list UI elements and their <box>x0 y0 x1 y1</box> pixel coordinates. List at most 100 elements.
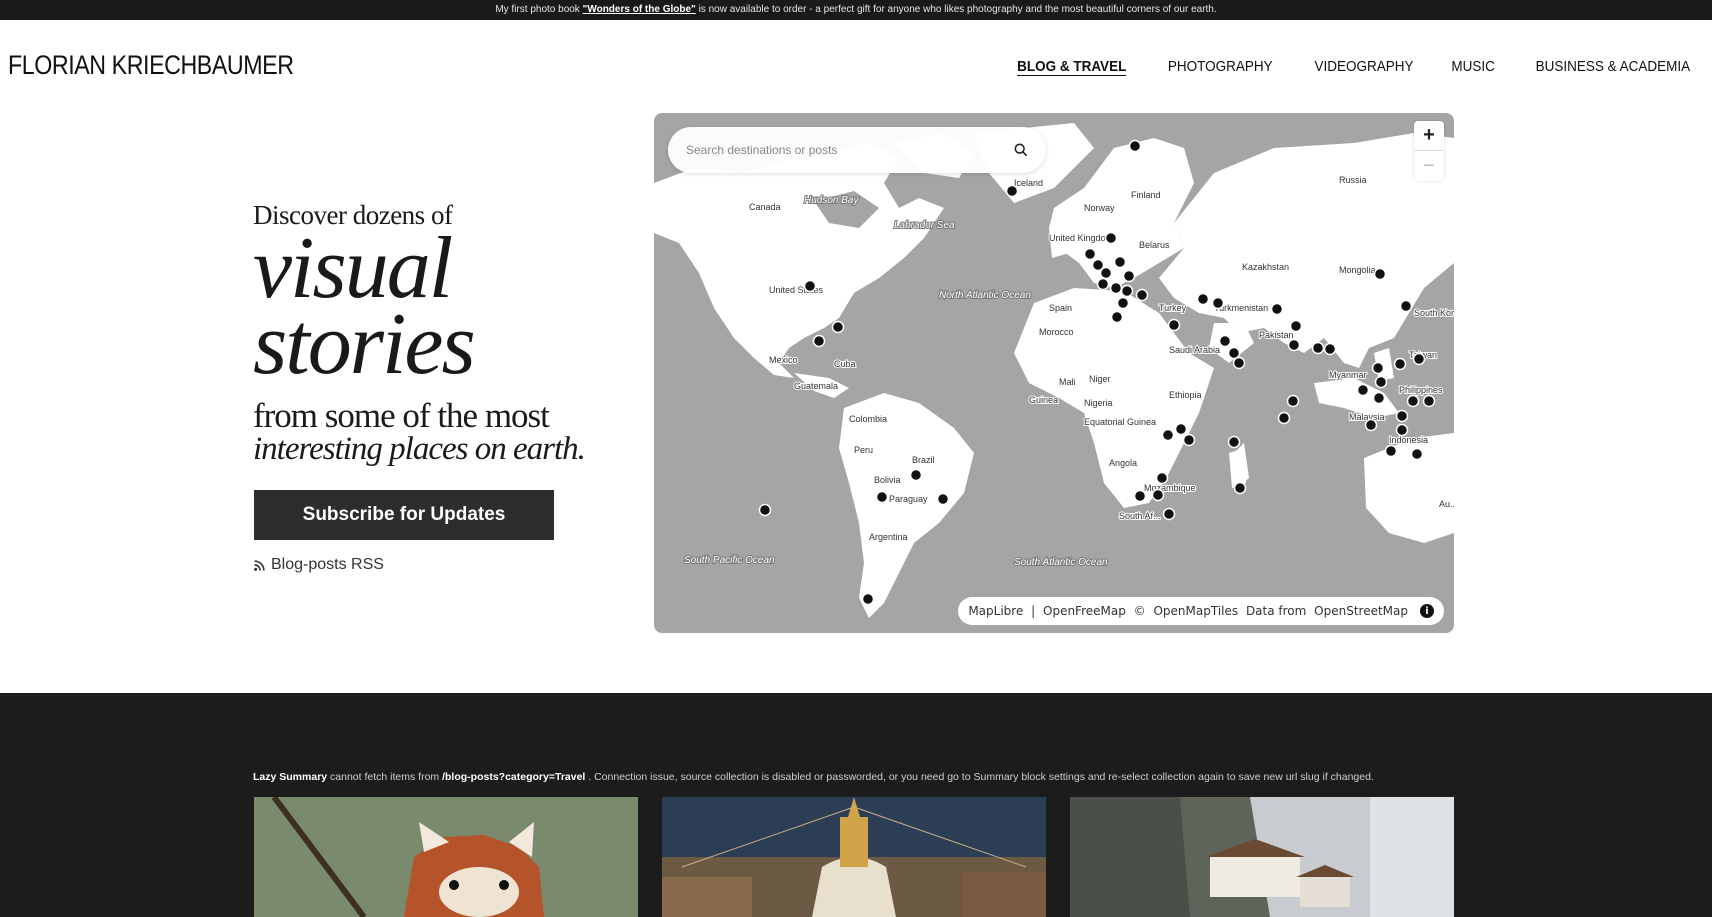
map-label-nigeria: Nigeria <box>1084 398 1113 408</box>
hero-line-stories: stories <box>253 296 476 393</box>
map-label-myanmar: Myanmar <box>1329 370 1367 380</box>
rss-label: Blog-posts RSS <box>271 556 384 573</box>
announcement-suffix: is now available to order - a perfect gi… <box>695 4 1217 15</box>
lazy-summary-name: Lazy Summary <box>253 771 328 783</box>
map-marker <box>1151 488 1165 502</box>
search-icon[interactable] <box>1014 143 1028 157</box>
nav-blog-travel[interactable]: BLOG & TRAVEL <box>1017 58 1126 75</box>
map-marker <box>758 503 772 517</box>
map-marker <box>1410 447 1424 461</box>
zoom-out-button[interactable]: − <box>1414 151 1444 181</box>
map-label-argentina: Argentina <box>869 532 908 542</box>
map-marker <box>1109 281 1123 295</box>
map-marker <box>861 592 875 606</box>
map-attribution: MapLibre | OpenFreeMap © OpenMapTiles Da… <box>958 597 1444 625</box>
map-marker <box>1167 318 1181 332</box>
map-marker <box>875 490 889 504</box>
map-search-bar <box>668 127 1046 173</box>
attribution-sep: | <box>1027 604 1039 618</box>
map-label-canada: Canada <box>749 202 781 212</box>
map-label-peru: Peru <box>854 445 873 455</box>
nav-videography[interactable]: VIDEOGRAPHY <box>1314 58 1413 75</box>
map-label-indonesia: Indonesia <box>1389 435 1428 445</box>
map-label-kazakhstan: Kazakhstan <box>1242 262 1289 272</box>
red-panda-image <box>254 797 638 917</box>
blog-card-red-panda[interactable] <box>254 797 638 917</box>
attribution-osm-link[interactable]: OpenStreetMap <box>1314 604 1408 618</box>
hero-text: Discover dozens of visual stories from s… <box>253 200 633 466</box>
subscribe-button[interactable]: Subscribe for Updates <box>254 490 554 540</box>
map-marker <box>1104 231 1118 245</box>
map-marker <box>936 492 950 506</box>
nav-music[interactable]: MUSIC <box>1451 58 1495 75</box>
map-canvas: Canada Hudson Bay Labrador Sea United St… <box>654 123 1454 618</box>
map-marker <box>1196 292 1210 306</box>
map-marker <box>1406 394 1420 408</box>
map-marker <box>1374 375 1388 389</box>
zoom-controls: + − <box>1414 121 1444 181</box>
map-label-south-atlantic: South Atlantic Ocean <box>1014 557 1108 568</box>
attribution-data-from: Data from <box>1242 604 1311 618</box>
map-label-morocco: Morocco <box>1039 327 1074 337</box>
book-link[interactable]: "Wonders of the Globe" <box>583 4 696 15</box>
attribution-openmaptiles-link[interactable]: OpenMapTiles <box>1153 604 1238 618</box>
nav-photography[interactable]: PHOTOGRAPHY <box>1168 58 1273 75</box>
map-label-belarus: Belarus <box>1139 240 1170 250</box>
map-marker <box>1099 266 1113 280</box>
map-label-australia: Au... <box>1439 499 1454 509</box>
map-marker <box>1323 342 1337 356</box>
map-marker <box>1371 361 1385 375</box>
map-marker <box>1270 302 1284 316</box>
rss-link[interactable]: Blog-posts RSS <box>254 556 384 574</box>
map-label-ethiopia: Ethiopia <box>1169 390 1202 400</box>
attribution-openfreemap-link[interactable]: OpenFreeMap <box>1043 604 1126 618</box>
nav-business-academia[interactable]: BUSINESS & ACADEMIA <box>1536 58 1691 75</box>
map-marker <box>1412 352 1426 366</box>
info-icon[interactable]: i <box>1420 604 1434 618</box>
map-marker <box>1218 334 1232 348</box>
map-label-north-atlantic: North Atlantic Ocean <box>939 290 1031 301</box>
map-label-guatemala: Guatemala <box>794 381 838 391</box>
map-marker <box>1155 471 1169 485</box>
hero-line-4: from some of the most <box>253 396 550 435</box>
map-marker <box>1113 255 1127 269</box>
map-marker <box>1277 411 1291 425</box>
map-marker <box>1311 341 1325 355</box>
blog-card-tigers-nest[interactable] <box>1070 797 1454 917</box>
map-label-labrador: Labrador Sea <box>894 220 955 231</box>
map-label-mongolia: Mongolia <box>1339 265 1376 275</box>
map-marker <box>1116 296 1130 310</box>
map-marker <box>1227 346 1241 360</box>
map-marker <box>812 334 826 348</box>
map-label-eq-guinea: Equatorial Guinea <box>1084 417 1156 427</box>
map-label-turkey: Turkey <box>1159 303 1187 313</box>
stupa-image <box>662 797 1046 917</box>
map-label-guinea: Guinea <box>1029 395 1058 405</box>
zoom-in-button[interactable]: + <box>1414 121 1444 151</box>
map-marker <box>1161 428 1175 442</box>
map-marker <box>1174 422 1188 436</box>
map-marker <box>1162 507 1176 521</box>
blog-card-stupa[interactable] <box>662 797 1046 917</box>
world-map[interactable]: Canada Hudson Bay Labrador Sea United St… <box>654 113 1454 633</box>
map-label-cuba: Cuba <box>834 359 856 369</box>
map-label-bolivia: Bolivia <box>874 475 901 485</box>
attribution-maplibre-link[interactable]: MapLibre <box>968 604 1023 618</box>
map-marker <box>1110 310 1124 324</box>
map-marker <box>1393 357 1407 371</box>
site-title[interactable]: FLORIAN KRIECHBAUMER <box>8 50 294 81</box>
lazy-summary-message: Lazy Summary cannot fetch items from /bl… <box>253 771 1374 783</box>
map-marker <box>1399 299 1413 313</box>
map-label-finland: Finland <box>1131 190 1161 200</box>
search-input[interactable] <box>686 143 1014 157</box>
map-marker <box>1395 409 1409 423</box>
lazy-summary-text2: . Connection issue, source collection is… <box>585 771 1374 783</box>
map-marker <box>1286 394 1300 408</box>
announcement-prefix: My first photo book <box>495 4 583 15</box>
map-label-south-africa: South Af... <box>1119 511 1161 521</box>
map-marker <box>1096 277 1110 291</box>
map-marker <box>1211 296 1225 310</box>
map-label-mali: Mali <box>1059 377 1076 387</box>
map-marker <box>1384 444 1398 458</box>
map-label-hudson: Hudson Bay <box>804 195 859 206</box>
